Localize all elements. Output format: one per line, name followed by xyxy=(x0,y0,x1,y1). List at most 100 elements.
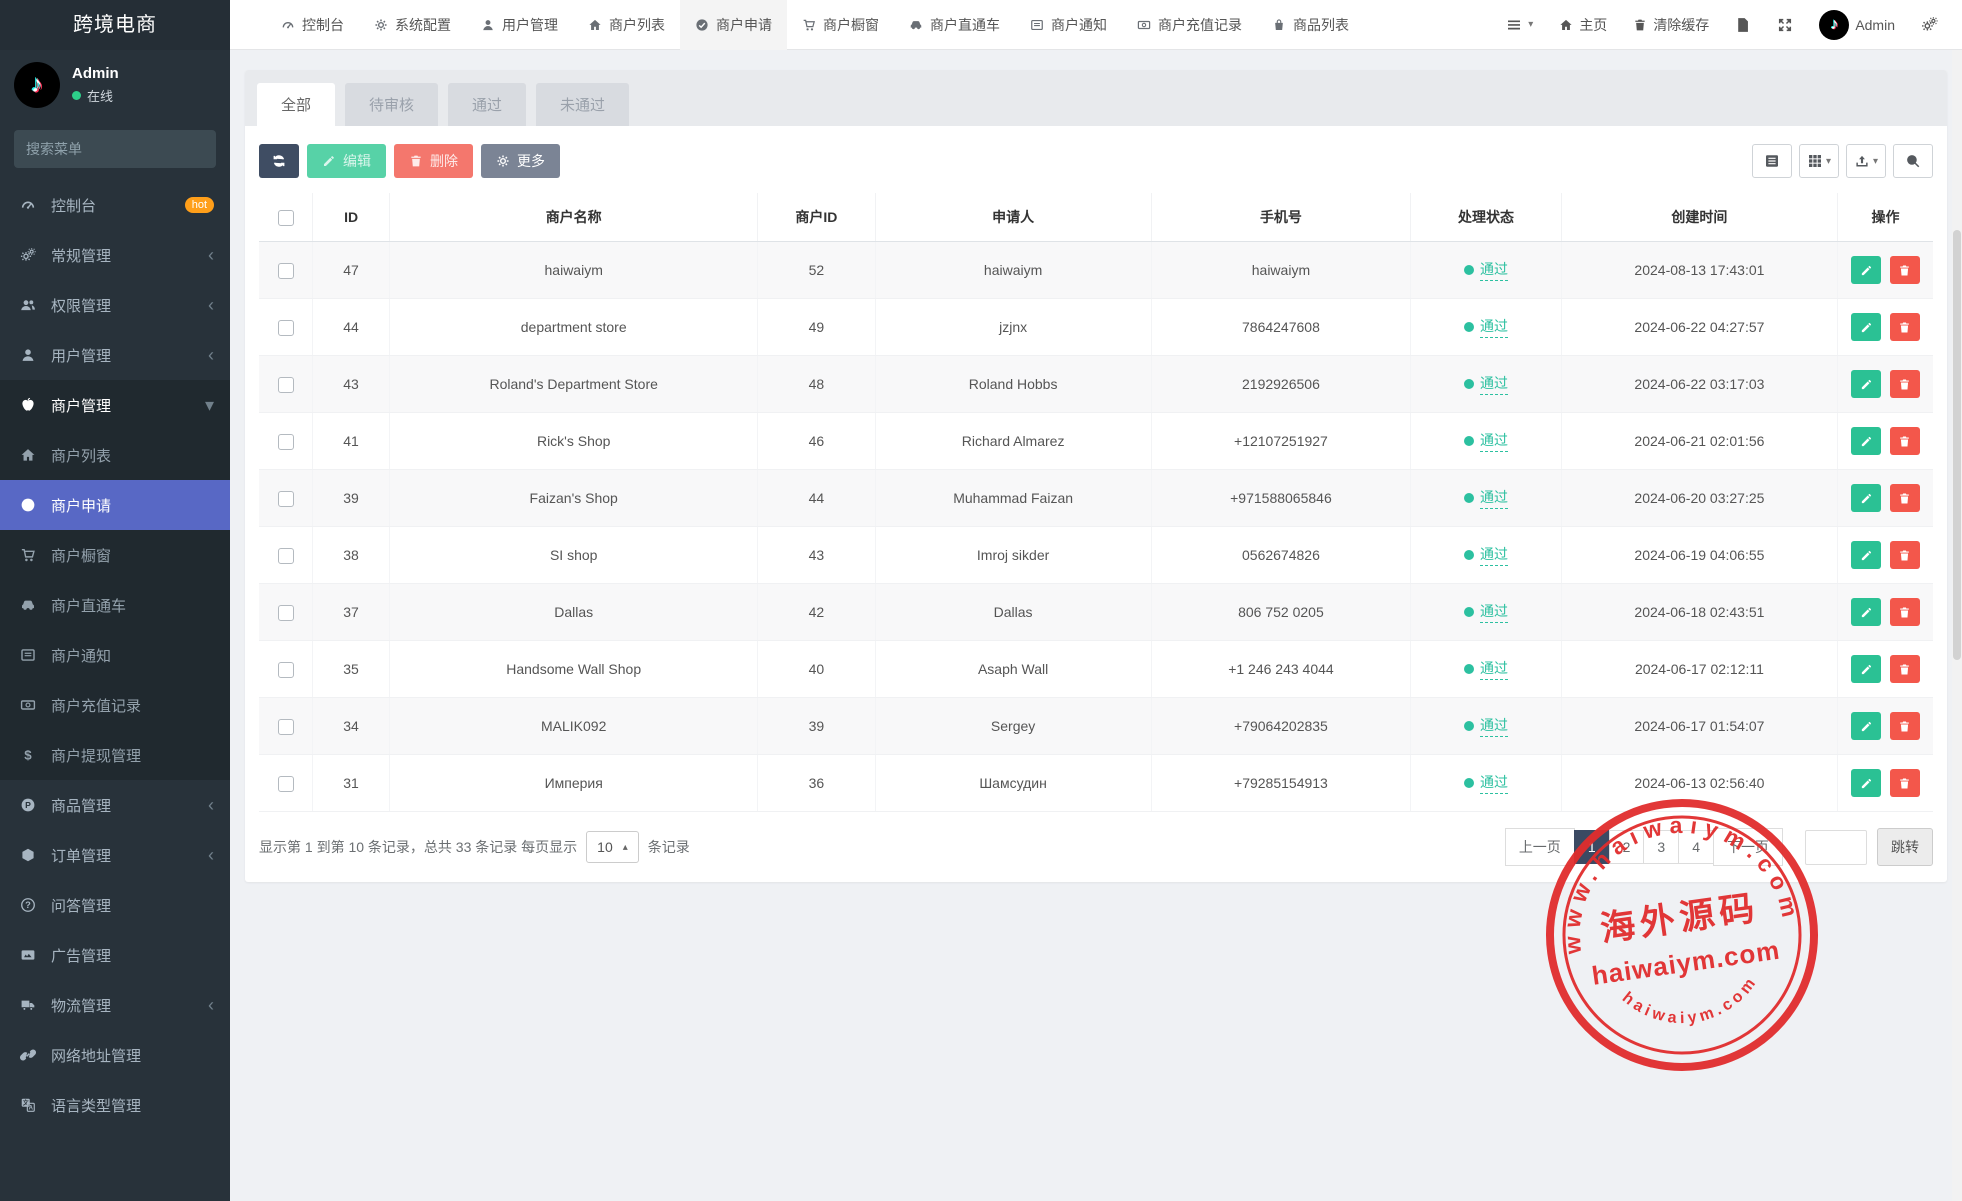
topnav-item[interactable]: 系统配置 xyxy=(359,0,466,50)
row-checkbox[interactable] xyxy=(278,491,294,507)
row-edit-button[interactable] xyxy=(1851,256,1881,284)
jump-page-input[interactable] xyxy=(1805,830,1867,865)
row-edit-button[interactable] xyxy=(1851,712,1881,740)
topnav-item[interactable]: 商户通知 xyxy=(1015,0,1122,50)
language-button[interactable] xyxy=(1723,0,1763,50)
home-button[interactable]: 主页 xyxy=(1547,0,1619,50)
topnav-item[interactable]: 商户橱窗 xyxy=(787,0,894,50)
row-delete-button[interactable] xyxy=(1890,484,1920,512)
sidebar-item[interactable]: 商户充值记录 xyxy=(0,680,230,730)
sidebar-item[interactable]: 商户直通车 xyxy=(0,580,230,630)
row-checkbox[interactable] xyxy=(278,263,294,279)
sidebar-item[interactable]: 商户通知 xyxy=(0,630,230,680)
sidebar-item[interactable]: 用户管理 ‹ xyxy=(0,330,230,380)
row-edit-button[interactable] xyxy=(1851,427,1881,455)
status-badge[interactable]: 通过 xyxy=(1480,544,1508,566)
row-delete-button[interactable] xyxy=(1890,370,1920,398)
status-tab[interactable]: 待审核 xyxy=(345,83,438,126)
columns-button[interactable]: ▾ xyxy=(1799,144,1839,178)
fullscreen-button[interactable] xyxy=(1765,0,1805,50)
jump-button[interactable]: 跳转 xyxy=(1877,828,1933,866)
scrollbar-track[interactable] xyxy=(1952,50,1962,1201)
row-checkbox[interactable] xyxy=(278,719,294,735)
row-delete-button[interactable] xyxy=(1890,712,1920,740)
settings-button[interactable] xyxy=(1909,0,1950,50)
row-edit-button[interactable] xyxy=(1851,313,1881,341)
page-button[interactable]: 2 xyxy=(1609,830,1645,864)
sidebar-item[interactable]: 物流管理 ‹ xyxy=(0,980,230,1030)
row-delete-button[interactable] xyxy=(1890,655,1920,683)
sidebar-item[interactable]: 常规管理 ‹ xyxy=(0,230,230,280)
status-badge[interactable]: 通过 xyxy=(1480,658,1508,680)
topnav-item[interactable]: 商户列表 xyxy=(573,0,680,50)
sidebar-item[interactable]: P 商品管理 ‹ xyxy=(0,780,230,830)
status-badge[interactable]: 通过 xyxy=(1480,715,1508,737)
next-page-button[interactable]: 下一页 xyxy=(1713,828,1783,866)
row-checkbox[interactable] xyxy=(278,662,294,678)
search-toggle-button[interactable] xyxy=(1893,144,1933,178)
status-badge[interactable]: 通过 xyxy=(1480,259,1508,281)
prev-page-button[interactable]: 上一页 xyxy=(1505,828,1575,866)
more-button[interactable]: 更多 xyxy=(481,144,560,178)
row-checkbox[interactable] xyxy=(278,776,294,792)
topnav-item[interactable]: 商品列表 xyxy=(1257,0,1364,50)
clear-cache-button[interactable]: 清除缓存 xyxy=(1621,0,1721,50)
sidebar-item[interactable]: 商户管理 ▾ xyxy=(0,380,230,430)
topnav-item[interactable]: 控制台 xyxy=(266,0,359,50)
sidebar-item[interactable]: 商户申请 xyxy=(0,480,230,530)
sidebar-item[interactable]: 商户列表 xyxy=(0,430,230,480)
sidebar-search[interactable] xyxy=(14,130,216,168)
status-badge[interactable]: 通过 xyxy=(1480,487,1508,509)
menu-collapse-button[interactable]: ▾ xyxy=(1494,0,1545,50)
row-delete-button[interactable] xyxy=(1890,598,1920,626)
row-checkbox[interactable] xyxy=(278,434,294,450)
row-delete-button[interactable] xyxy=(1890,769,1920,797)
sidebar-search-input[interactable] xyxy=(26,141,207,157)
detail-view-button[interactable] xyxy=(1752,144,1792,178)
topnav-item[interactable]: 商户充值记录 xyxy=(1122,0,1257,50)
row-edit-button[interactable] xyxy=(1851,541,1881,569)
select-all-checkbox[interactable] xyxy=(278,210,294,226)
row-delete-button[interactable] xyxy=(1890,427,1920,455)
sidebar-item[interactable]: 文A 语言类型管理 xyxy=(0,1080,230,1130)
row-edit-button[interactable] xyxy=(1851,484,1881,512)
page-size-select[interactable]: 10 ▴ xyxy=(586,831,639,863)
sidebar-item[interactable]: ? 问答管理 xyxy=(0,880,230,930)
status-badge[interactable]: 通过 xyxy=(1480,772,1508,794)
refresh-button[interactable] xyxy=(259,144,299,178)
page-button[interactable]: 3 xyxy=(1643,830,1679,864)
sidebar-item[interactable]: 控制台 hot xyxy=(0,180,230,230)
sidebar-item[interactable]: 订单管理 ‹ xyxy=(0,830,230,880)
page-button[interactable]: 1 xyxy=(1574,830,1610,864)
delete-button[interactable]: 删除 xyxy=(394,144,473,178)
status-badge[interactable]: 通过 xyxy=(1480,430,1508,452)
status-badge[interactable]: 通过 xyxy=(1480,373,1508,395)
row-edit-button[interactable] xyxy=(1851,655,1881,683)
page-button[interactable]: 4 xyxy=(1678,830,1714,864)
sidebar-item[interactable]: 网络地址管理 xyxy=(0,1030,230,1080)
edit-button[interactable]: 编辑 xyxy=(307,144,386,178)
row-checkbox[interactable] xyxy=(278,320,294,336)
status-badge[interactable]: 通过 xyxy=(1480,316,1508,338)
row-edit-button[interactable] xyxy=(1851,769,1881,797)
topnav-item[interactable]: 用户管理 xyxy=(466,0,573,50)
row-delete-button[interactable] xyxy=(1890,313,1920,341)
sidebar-toggle-icon[interactable] xyxy=(230,0,266,50)
scrollbar-thumb[interactable] xyxy=(1953,230,1961,660)
row-delete-button[interactable] xyxy=(1890,256,1920,284)
row-checkbox[interactable] xyxy=(278,605,294,621)
sidebar-item[interactable]: 商户橱窗 xyxy=(0,530,230,580)
row-edit-button[interactable] xyxy=(1851,370,1881,398)
status-tab[interactable]: 全部 xyxy=(257,83,335,126)
sidebar-item[interactable]: 广告管理 xyxy=(0,930,230,980)
row-delete-button[interactable] xyxy=(1890,541,1920,569)
row-checkbox[interactable] xyxy=(278,548,294,564)
topnav-item[interactable]: 商户申请 xyxy=(680,0,787,50)
export-button[interactable]: ▾ xyxy=(1846,144,1886,178)
topnav-item[interactable]: 商户直通车 xyxy=(894,0,1015,50)
status-tab[interactable]: 通过 xyxy=(448,83,526,126)
sidebar-item[interactable]: $ 商户提现管理 xyxy=(0,730,230,780)
user-menu[interactable]: ♪ Admin xyxy=(1807,0,1907,50)
status-tab[interactable]: 未通过 xyxy=(536,83,629,126)
row-checkbox[interactable] xyxy=(278,377,294,393)
